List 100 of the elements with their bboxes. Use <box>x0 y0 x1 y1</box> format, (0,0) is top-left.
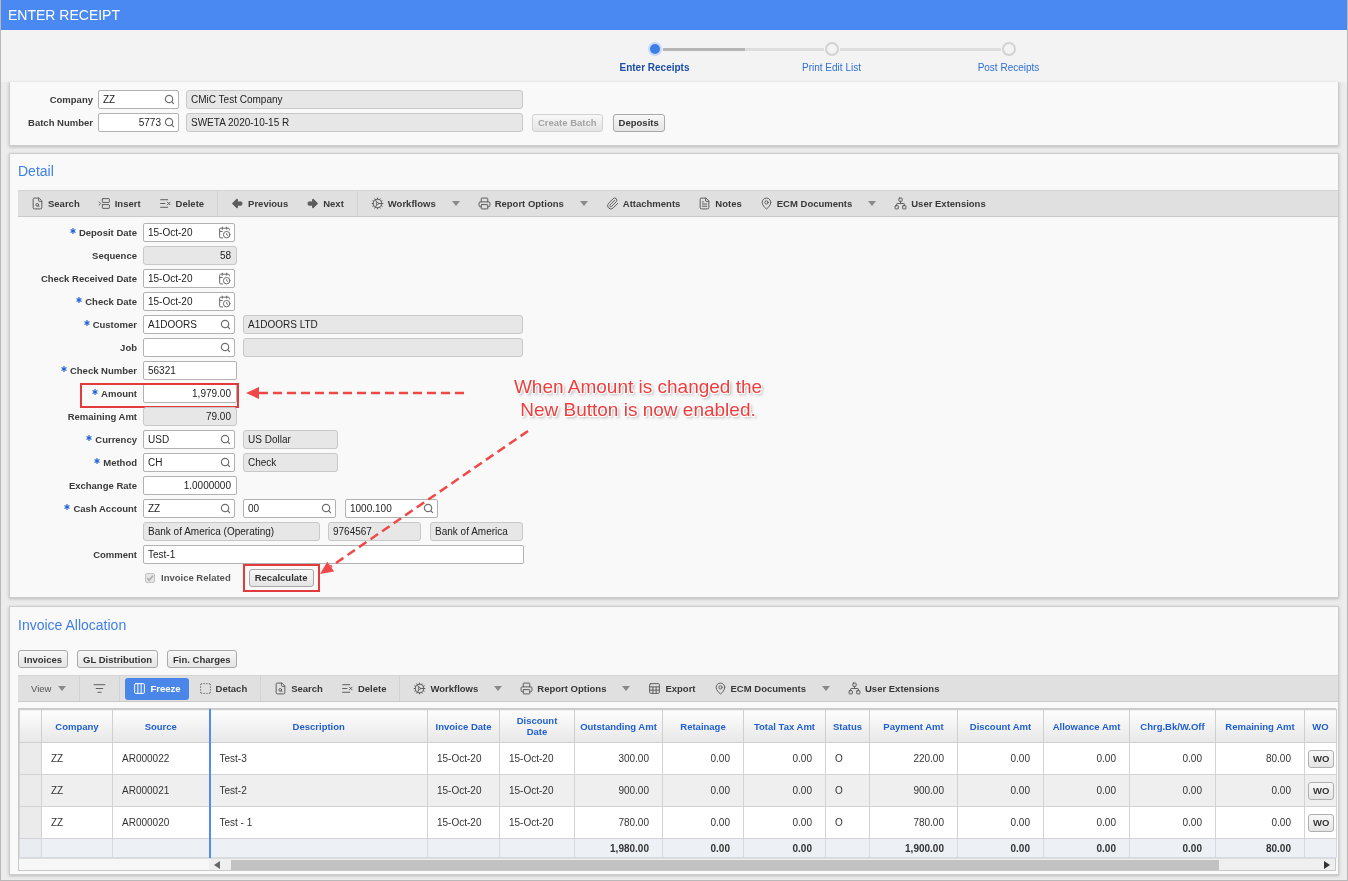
toolbar-button[interactable]: Attachments <box>597 192 689 215</box>
section-button[interactable]: GL Distribution <box>77 650 158 668</box>
printer-icon <box>477 197 491 210</box>
input-field[interactable]: Test-1 <box>143 545 524 564</box>
toolbar-button[interactable]: User Extensions <box>840 677 948 700</box>
toolbar-button[interactable]: Workflows <box>405 677 511 700</box>
column-header: Outstanding Amt <box>574 709 663 743</box>
search-icon[interactable] <box>220 434 231 445</box>
toolbar-button[interactable]: Insert <box>89 192 149 215</box>
column-header: Chrg.Bk/W.Off <box>1129 709 1216 743</box>
section-title: Detail <box>18 162 54 180</box>
table-cell: 0.00 <box>662 806 744 839</box>
toolbar-button[interactable]: Delete <box>332 677 395 700</box>
lookup-field[interactable]: 00 <box>243 499 336 518</box>
section-button[interactable]: Fin. Charges <box>167 650 237 668</box>
toolbar-button[interactable]: ECM Documents <box>751 192 885 215</box>
table-cell: 0.00 <box>1129 742 1216 775</box>
search-icon[interactable] <box>423 503 434 514</box>
columns-icon <box>133 682 147 695</box>
toolbar-button[interactable]: Report Options <box>469 192 596 215</box>
table-cell: 780.00 <box>869 806 958 839</box>
lookup-field[interactable]: USD <box>143 430 235 449</box>
toolbar-button[interactable]: Search <box>266 677 331 700</box>
calendar-icon[interactable] <box>218 272 231 285</box>
field-label: Job <box>120 342 137 353</box>
toolbar-button[interactable]: Delete <box>150 192 213 215</box>
field-label: Exchange Rate <box>68 480 137 491</box>
row-action-button[interactable]: WO <box>1308 749 1335 768</box>
search-icon[interactable] <box>164 94 175 105</box>
table-cell: ZZ <box>41 806 113 839</box>
lookup-field[interactable]: ZZ <box>98 90 179 109</box>
toolbar-button[interactable]: Notes <box>690 192 750 215</box>
header-button[interactable]: Deposits <box>612 113 665 132</box>
toolbar-button[interactable]: Workflows <box>362 192 468 215</box>
field-label: Check Received Date <box>40 273 137 284</box>
date-field[interactable]: 15-Oct-20 <box>143 292 235 311</box>
search-icon[interactable] <box>220 319 231 330</box>
list-remove-icon <box>340 682 354 695</box>
input-field[interactable]: 56321 <box>143 361 237 380</box>
search-icon[interactable] <box>220 342 231 353</box>
column-header: Total Tax Amt <box>743 709 826 743</box>
field-label: Deposit Date <box>78 227 137 238</box>
table-cell: AR000021 <box>112 774 210 807</box>
table-cell: 900.00 <box>574 774 663 807</box>
column-header: Status <box>825 709 870 743</box>
table-cell: 780.00 <box>574 806 663 839</box>
toolbar-button[interactable]: Report Options <box>512 677 639 700</box>
table-cell: 0.00 <box>743 806 826 839</box>
column-header: Company <box>41 709 113 743</box>
step-dot-icon[interactable] <box>824 42 839 56</box>
step-label[interactable]: Print Edit List <box>802 62 861 73</box>
step-label[interactable]: Enter Receipts <box>619 62 690 73</box>
field-label: Cash Account <box>73 503 137 514</box>
toolbar-button[interactable]: Freeze <box>125 677 189 700</box>
readonly-field: Bank of America <box>430 522 523 541</box>
toolbar-button[interactable]: Next <box>298 192 352 215</box>
dashed-square-icon <box>198 682 212 695</box>
toolbar-button[interactable]: User Extensions <box>886 192 994 215</box>
calendar-icon[interactable] <box>218 295 231 308</box>
table-cell: Test-3 <box>209 742 428 775</box>
input-field[interactable]: 1.0000000 <box>143 476 237 495</box>
step-label[interactable]: Post Receipts <box>977 62 1040 73</box>
column-header: Allowance Amt <box>1043 709 1130 743</box>
table-cell: 0.00 <box>1043 806 1130 839</box>
row-action-button[interactable]: WO <box>1308 781 1335 800</box>
lookup-field[interactable]: CH <box>143 453 235 472</box>
column-header: Remaining Amt <box>1215 709 1305 743</box>
lookup-field[interactable]: 5773 <box>98 113 179 132</box>
row-action-button[interactable]: WO <box>1308 813 1335 832</box>
search-icon[interactable] <box>321 503 332 514</box>
readonly-field: SWETA 2020-10-15 R <box>186 113 523 132</box>
toolbar-button[interactable]: Search <box>23 192 88 215</box>
table-cell: 0.00 <box>1215 774 1305 807</box>
menu-button[interactable]: View <box>23 677 75 700</box>
field-label: Company <box>48 94 93 105</box>
search-icon[interactable] <box>220 457 231 468</box>
printer-icon <box>520 682 534 695</box>
field-label: Check Date <box>85 296 137 307</box>
toolbar-button[interactable]: ECM Documents <box>705 677 838 700</box>
scroll-left-icon[interactable] <box>214 860 220 869</box>
search-icon[interactable] <box>164 117 175 128</box>
date-field[interactable]: 15-Oct-20 <box>143 223 235 242</box>
insert-row-icon <box>97 197 111 210</box>
table-cell: AR000022 <box>112 742 210 775</box>
scroll-right-icon[interactable] <box>1324 860 1330 869</box>
table-cell: Test - 1 <box>209 806 428 839</box>
lookup-field[interactable]: ZZ <box>143 499 235 518</box>
step-dot-icon[interactable] <box>647 42 662 56</box>
calendar-icon[interactable] <box>218 226 231 239</box>
section-button[interactable]: Invoices <box>18 650 69 668</box>
toolbar-button[interactable]: Export <box>640 677 704 700</box>
toolbar-button[interactable]: Detach <box>190 677 256 700</box>
lookup-field[interactable]: A1DOORS <box>143 315 235 334</box>
search-icon[interactable] <box>220 503 231 514</box>
lookup-field[interactable] <box>143 338 235 357</box>
toolbar-button[interactable]: Previous <box>223 192 297 215</box>
step-dot-icon[interactable] <box>1001 42 1016 56</box>
pin-icon <box>713 682 727 695</box>
date-field[interactable]: 15-Oct-20 <box>143 269 235 288</box>
lookup-field[interactable]: 1000.100 <box>345 499 438 518</box>
